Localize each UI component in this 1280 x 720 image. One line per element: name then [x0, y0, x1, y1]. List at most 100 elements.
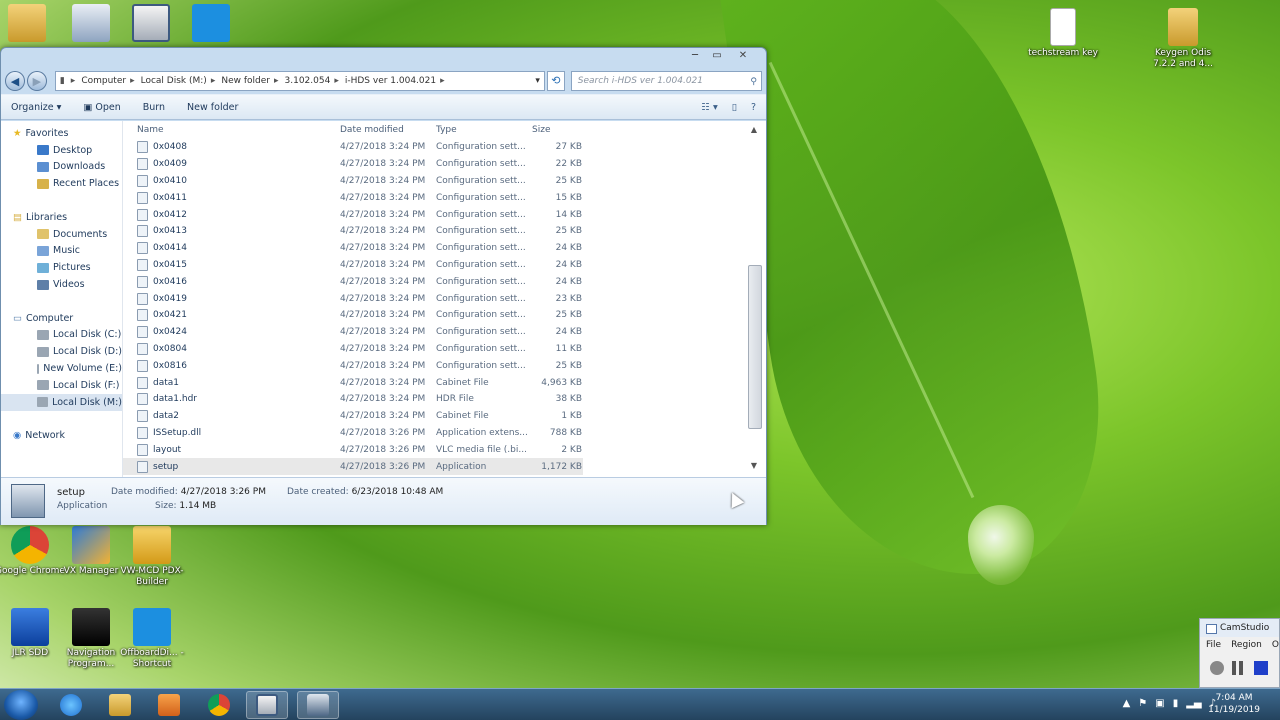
pause-button[interactable] [1232, 661, 1246, 675]
file-row[interactable]: 0x0415 4/27/2018 3:24 PM Configuration set… [123, 257, 766, 274]
flag-icon[interactable]: ⚑ [1138, 698, 1147, 709]
nav-local-disk-c[interactable]: Local Disk (C:) [1, 327, 122, 344]
start-button[interactable] [4, 690, 38, 720]
file-row[interactable]: 0x0424 4/27/2018 3:24 PM Configuration set… [123, 324, 766, 341]
desktop-icon-e-app[interactable] [176, 4, 246, 44]
file-row[interactable]: data1.hdr 4/27/2018 3:24 PM HDR File 38 KB [123, 391, 766, 408]
nav-network[interactable]: ◉ Network [1, 427, 122, 444]
file-row[interactable]: 0x0416 4/27/2018 3:24 PM Configuration set… [123, 273, 766, 290]
taskbar-media-player[interactable] [148, 691, 190, 719]
taskbar-camstudio[interactable] [246, 691, 288, 719]
taskbar-explorer[interactable] [99, 691, 141, 719]
file-row[interactable]: 0x0408 4/27/2018 3:24 PM Configuration set… [123, 139, 766, 156]
forward-button[interactable]: ▶ [26, 71, 47, 91]
nav-music[interactable]: Music [1, 243, 122, 260]
menu-file[interactable]: File [1206, 637, 1221, 653]
power-icon[interactable]: ▮ [1173, 698, 1179, 709]
taskbar-setup[interactable] [297, 691, 339, 719]
file-row[interactable]: 0x0410 4/27/2018 3:24 PM Configuration set… [123, 173, 766, 190]
organize-button[interactable]: Organize ▾ [11, 102, 61, 113]
stop-button[interactable] [1254, 661, 1268, 675]
file-row[interactable]: 0x0411 4/27/2018 3:24 PM Configuration set… [123, 189, 766, 206]
show-hidden-icon[interactable]: ▲ [1123, 698, 1131, 709]
file-row[interactable]: 0x0412 4/27/2018 3:24 PM Configuration set… [123, 206, 766, 223]
breadcrumb-new-folder[interactable]: New folder [221, 76, 270, 86]
search-input[interactable]: Search i-HDS ver 1.004.021 ⚲ [570, 71, 762, 91]
desktop-icon-pdx-builder[interactable]: VW-MCD PDX-Builder [117, 526, 187, 588]
desktop-icon-user-folder[interactable] [0, 4, 62, 44]
file-row[interactable]: data2 4/27/2018 3:24 PM Cabinet File 1 KB [123, 408, 766, 425]
network-signal-icon[interactable]: ▂▄ [1186, 698, 1201, 709]
nav-computer[interactable]: ▭ Computer [1, 310, 122, 327]
nav-local-disk-f[interactable]: Local Disk (F:) [1, 377, 122, 394]
scroll-thumb[interactable] [748, 265, 762, 429]
nav-desktop[interactable]: Desktop [1, 142, 122, 159]
file-name: 0x0816 [123, 359, 331, 372]
nav-videos[interactable]: Videos [1, 276, 122, 293]
nav-pictures[interactable]: Pictures [1, 259, 122, 276]
nav-downloads[interactable]: Downloads [1, 159, 122, 176]
setup-app-icon [11, 484, 45, 518]
scroll-up-icon[interactable]: ▲ [746, 125, 762, 137]
record-button[interactable] [1210, 661, 1224, 675]
back-button[interactable]: ◀ [5, 71, 25, 91]
device-icon[interactable]: ▣ [1155, 698, 1164, 709]
file-row[interactable]: 0x0409 4/27/2018 3:24 PM Configuration set… [123, 156, 766, 173]
minimize-button[interactable]: ─ [684, 48, 706, 64]
nav-local-disk-m[interactable]: Local Disk (M:) [1, 393, 122, 411]
burn-button[interactable]: Burn [143, 102, 165, 113]
forward-arrow-icon: ▶ [32, 74, 42, 88]
preview-pane-icon[interactable]: ▯ [732, 102, 737, 113]
refresh-button[interactable]: ⟲ [546, 71, 565, 91]
nav-documents[interactable]: Documents [1, 226, 122, 243]
column-name[interactable]: Name [123, 125, 331, 135]
file-row[interactable]: 0x0413 4/27/2018 3:24 PM Configuration set… [123, 223, 766, 240]
breadcrumb-i-hds[interactable]: i-HDS ver 1.004.021 [345, 76, 436, 86]
desktop-icon-vx-manager[interactable]: VX Manager [56, 526, 126, 577]
help-icon[interactable]: ? [751, 102, 756, 113]
vertical-scrollbar[interactable]: ▲ ▼ [746, 125, 762, 473]
desktop-icon-navigation-program[interactable]: Navigation Program... [56, 608, 126, 670]
nav-new-volume-e[interactable]: New Volume (E:) [1, 360, 122, 377]
desktop-icon-keygen-odis[interactable]: Keygen Odis 7.2.2 and 4... [1148, 8, 1218, 70]
title-bar[interactable]: ─ ▭ ✕ [1, 48, 766, 68]
nav-favorites[interactable]: ★ Favorites [1, 125, 122, 142]
desktop-icon-techstream-key[interactable]: techstream key [1028, 8, 1098, 59]
maximize-button[interactable]: ▭ [706, 48, 728, 64]
menu-region[interactable]: Region [1231, 637, 1262, 653]
column-date-modified[interactable]: Date modified [331, 125, 428, 135]
nav-libraries[interactable]: ▤ Libraries [1, 209, 122, 226]
taskbar-chrome[interactable] [198, 691, 240, 719]
file-name: 0x0413 [123, 225, 331, 238]
breadcrumb-3-102-054[interactable]: 3.102.054 [285, 76, 331, 86]
file-row[interactable]: data1 4/27/2018 3:24 PM Cabinet File 4,963 … [123, 374, 766, 391]
file-row[interactable]: setup 4/27/2018 3:26 PM Application 1,172 K… [123, 458, 583, 475]
taskbar-ie[interactable] [50, 691, 92, 719]
file-row[interactable]: 0x0421 4/27/2018 3:24 PM Configuration set… [123, 307, 766, 324]
file-row[interactable]: ISSetup.dll 4/27/2018 3:26 PM Application … [123, 425, 766, 442]
column-size[interactable]: Size [528, 125, 582, 135]
nav-local-disk-d[interactable]: Local Disk (D:) [1, 343, 122, 360]
close-button[interactable]: ✕ [728, 48, 758, 64]
open-button[interactable]: ▣ Open [83, 102, 120, 113]
view-options-icon[interactable]: ☷ ▾ [701, 102, 717, 113]
menu-options[interactable]: O [1272, 637, 1279, 653]
new-folder-button[interactable]: New folder [187, 102, 238, 113]
desktop-icon-offboard[interactable]: OffboardDi... - Shortcut [117, 608, 187, 670]
file-row[interactable]: 0x0414 4/27/2018 3:24 PM Configuration set… [123, 240, 766, 257]
address-bar[interactable]: ▮ ▸ Computer ▸ Local Disk (M:) ▸ New fol… [54, 71, 545, 91]
clock[interactable]: 7:04 AM 11/19/2019 [1208, 692, 1260, 716]
file-row[interactable]: 0x0419 4/27/2018 3:24 PM Configuration set… [123, 290, 766, 307]
scroll-down-icon[interactable]: ▼ [746, 461, 762, 473]
nav-recent-places[interactable]: Recent Places [1, 175, 122, 192]
file-row[interactable]: 0x0804 4/27/2018 3:24 PM Configuration set… [123, 341, 766, 358]
command-bar: Organize ▾ ▣ Open Burn New folder ☷ ▾ ▯ … [1, 94, 766, 120]
search-icon[interactable]: ⚲ [750, 73, 757, 91]
file-row[interactable]: layout 4/27/2018 3:26 PM VLC media file (.… [123, 441, 766, 458]
column-type[interactable]: Type [428, 125, 528, 135]
breadcrumb-computer[interactable]: Computer [81, 76, 126, 86]
camstudio-title[interactable]: CamStudio [1200, 619, 1279, 637]
file-row[interactable]: 0x0816 4/27/2018 3:24 PM Configuration set… [123, 357, 766, 374]
breadcrumb-local-disk-m[interactable]: Local Disk (M:) [141, 76, 207, 86]
chevron-down-icon[interactable]: ▾ [535, 76, 540, 86]
